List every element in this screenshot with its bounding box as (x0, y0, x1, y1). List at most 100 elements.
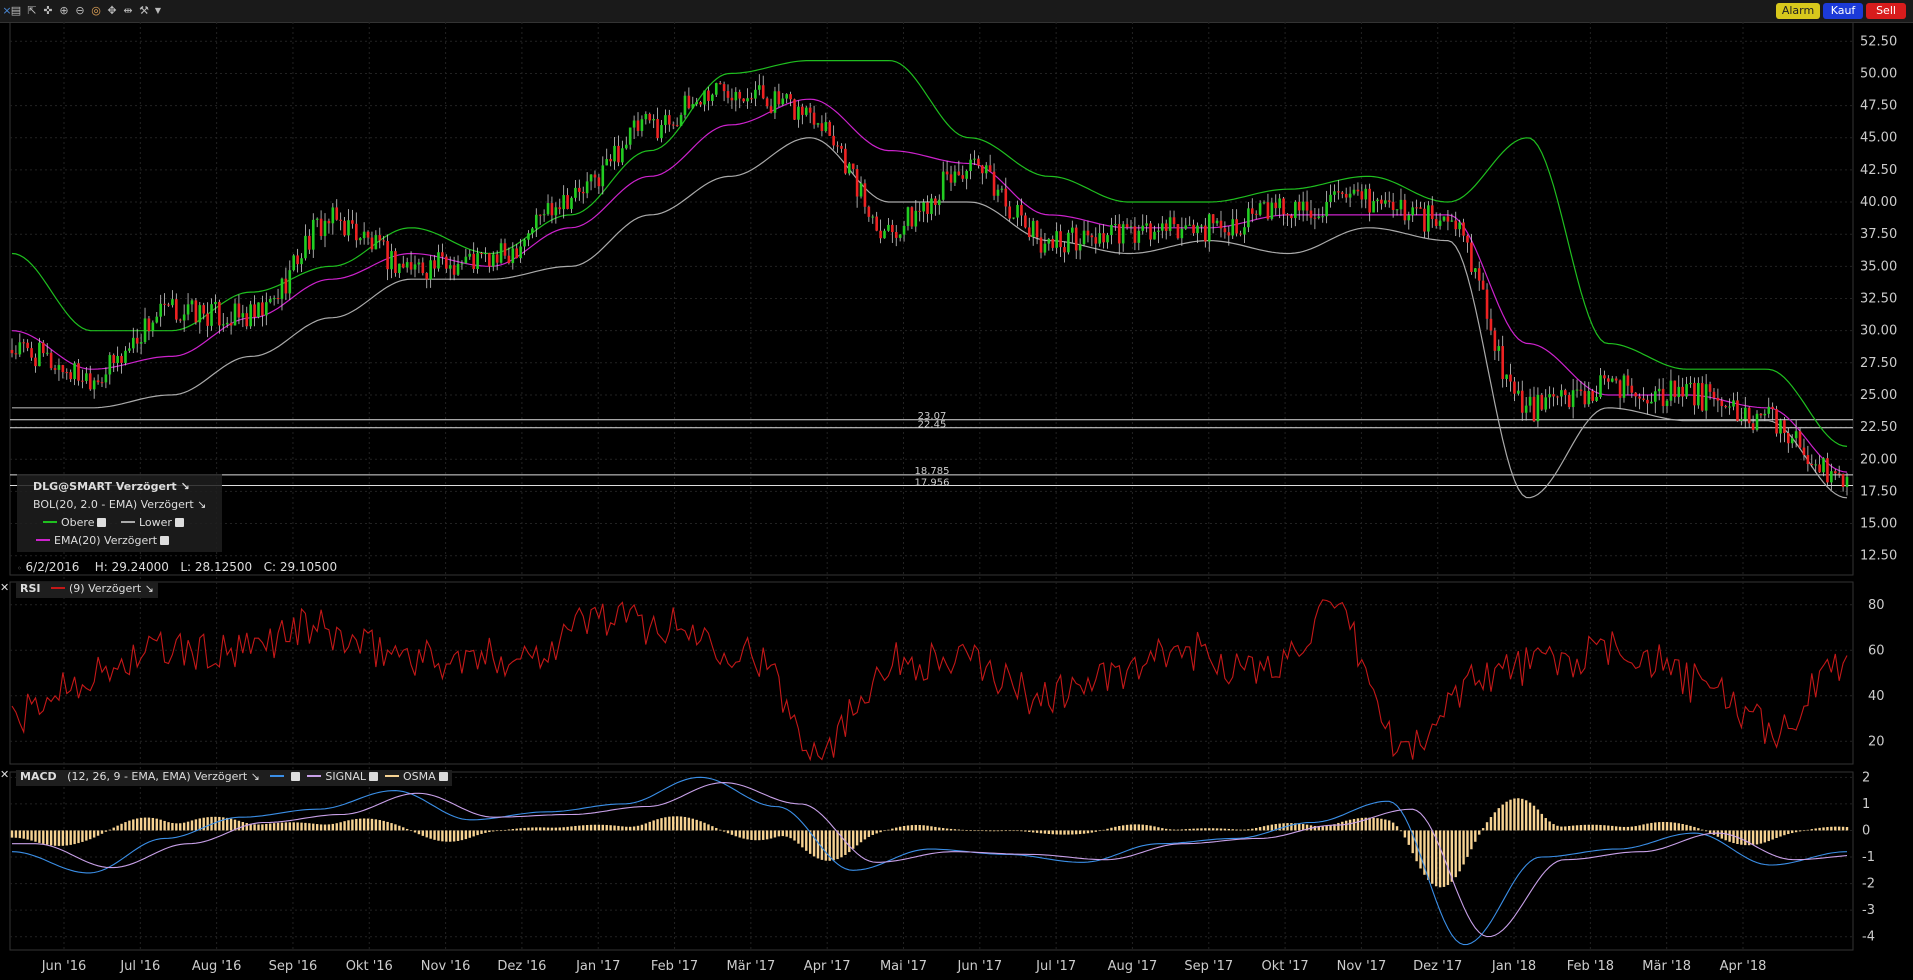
candle-body (1223, 228, 1227, 233)
lower-checkbox[interactable] (174, 518, 184, 527)
split-icon[interactable]: ⇹ (121, 4, 135, 18)
osma-checkbox[interactable] (438, 772, 448, 781)
osma-bar (875, 830, 878, 834)
osma-bar (910, 825, 914, 831)
candle-body (742, 98, 745, 102)
osma-bar (1524, 800, 1528, 831)
osma-bar (1215, 828, 1219, 831)
osma-bar (38, 830, 41, 843)
candle-body (120, 355, 123, 363)
lower-band-line (12, 137, 1848, 499)
candle-body (1133, 226, 1137, 243)
upper-checkbox[interactable] (97, 518, 107, 527)
macd-tick-label: -2 (1862, 877, 1875, 892)
osma-bar (1239, 829, 1242, 831)
candle-body (1247, 208, 1250, 228)
target-icon[interactable]: ◎ (89, 4, 103, 18)
rsi-close-icon[interactable]: ✕ (0, 581, 9, 594)
candle-body (1047, 239, 1051, 244)
zoom-out-icon[interactable]: ⊖ (73, 4, 87, 18)
osma-bar (656, 819, 659, 831)
osma-bar (1489, 817, 1493, 831)
sell-button[interactable]: Sell (1866, 3, 1906, 19)
osma-bar (1779, 830, 1782, 837)
macd-close-icon[interactable]: ✕ (0, 768, 9, 781)
wrench-icon[interactable]: ⚒ (137, 4, 151, 18)
osma-bar (538, 827, 542, 831)
osma-bar (319, 824, 323, 831)
rsi-legend[interactable]: RSI (9) Verzögert ↘ (16, 582, 158, 598)
candle-body (1822, 458, 1825, 473)
macd-legend[interactable]: MACD (12, 26, 9 - EMA, EMA) Verzögert ↘ … (16, 770, 452, 786)
candle-body (214, 301, 217, 305)
signal-checkbox[interactable] (369, 772, 379, 781)
osma-bar (1454, 830, 1457, 878)
candle-body (116, 355, 119, 363)
pan-icon[interactable]: ✥ (105, 4, 119, 18)
osma-bar (1337, 822, 1340, 831)
candle-body (867, 206, 871, 217)
osma-bar (1509, 799, 1512, 831)
candle-body (1360, 191, 1364, 200)
candle-body (1024, 215, 1027, 228)
candle-body (1110, 224, 1113, 236)
osma-bar (425, 830, 428, 838)
candle-body (1419, 207, 1422, 209)
candle-body (562, 195, 565, 210)
candle-body (1094, 237, 1098, 244)
osma-bar (1677, 823, 1680, 831)
osma-bar (672, 816, 675, 831)
osma-bar (1556, 825, 1559, 831)
osma-bar (973, 830, 976, 832)
candle-body (1180, 228, 1184, 239)
osma-bar (1039, 830, 1043, 834)
candle-body (347, 220, 350, 236)
candle-body (660, 125, 663, 139)
ema-checkbox[interactable] (160, 536, 170, 545)
chart-area[interactable]: Jun '16 Jul '16 Aug '16 Sep '16 Okt '16 Nov '… (0, 22, 1913, 980)
candle-body (499, 243, 503, 263)
osma-bar (1125, 824, 1129, 831)
osma-bar (1552, 824, 1555, 831)
osma-bar (726, 830, 730, 834)
osma-bar (1755, 830, 1759, 845)
candle-body (1732, 400, 1735, 407)
osma-bar (206, 817, 209, 831)
osma-bar (202, 817, 205, 831)
candle-body (1548, 394, 1551, 398)
price-tick-label: 47.50 (1860, 99, 1897, 114)
cursor-icon[interactable]: ⇱ (25, 4, 39, 18)
candle-body (1837, 473, 1841, 475)
osma-bar (1646, 823, 1649, 831)
price-tick-label: 22.50 (1860, 420, 1897, 435)
buy-button[interactable]: Kauf (1823, 3, 1863, 19)
osma-bar (1165, 828, 1168, 831)
dropdown-icon[interactable]: ▼ (151, 4, 165, 18)
bar-chart-icon[interactable]: ▤ (9, 4, 23, 18)
bol-label[interactable]: BOL(20, 2.0 - EMA) Verzögert ↘ (33, 498, 206, 511)
candle-body (1039, 237, 1043, 253)
candle-body (1380, 199, 1383, 204)
candle-body (996, 189, 1000, 196)
osma-bar (476, 830, 479, 836)
symbol-label[interactable]: DLG@SMART Verzögert ↘ (33, 480, 190, 493)
candle-body (922, 202, 925, 212)
candle-body (1544, 397, 1548, 410)
candle-body (237, 303, 241, 318)
osma-bar (10, 830, 14, 838)
crosshair-icon[interactable]: ✜ (41, 4, 55, 18)
osma-bar (1630, 826, 1634, 831)
osma-bar (1200, 828, 1203, 831)
candle-body (515, 248, 519, 259)
alarm-button[interactable]: Alarm (1776, 3, 1820, 19)
osma-bar (1016, 830, 1019, 832)
osma-bar (640, 824, 644, 831)
osma-bar (883, 830, 886, 832)
candle-body (480, 253, 483, 255)
candle-body (1434, 219, 1438, 226)
osma-bar (503, 829, 507, 831)
osma-bar (754, 830, 757, 841)
macd-checkbox[interactable] (291, 772, 301, 781)
zoom-in-icon[interactable]: ⊕ (57, 4, 71, 18)
candle-body (1427, 205, 1430, 232)
